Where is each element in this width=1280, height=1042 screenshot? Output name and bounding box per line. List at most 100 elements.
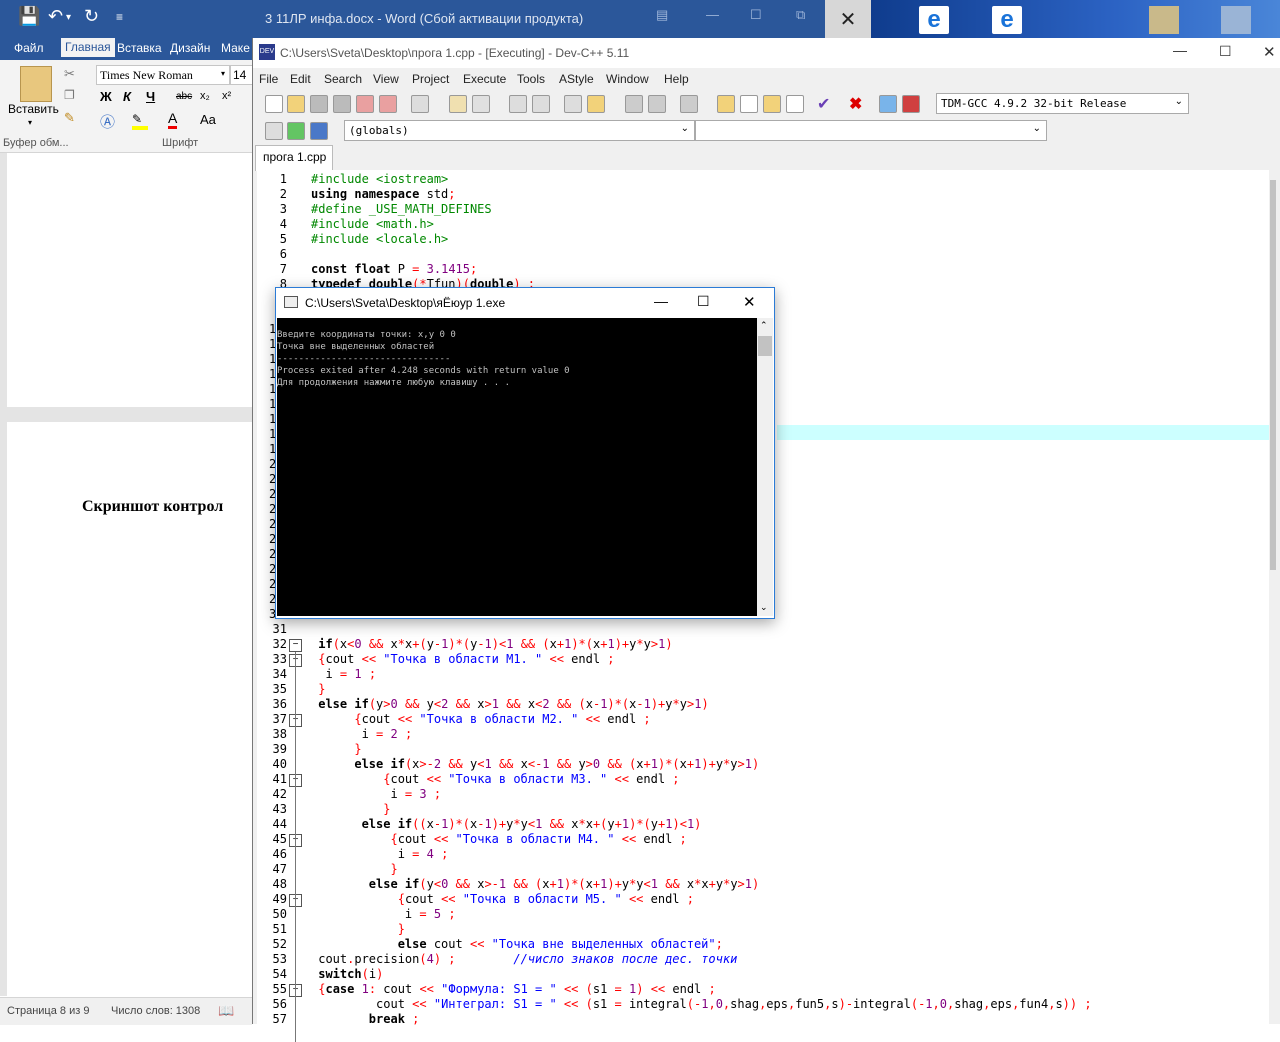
profile-icon[interactable] (879, 95, 897, 113)
menu-execute[interactable]: Execute (463, 72, 506, 86)
console-window[interactable]: C:\Users\Sveta\Desktop\яЁюур 1.exe — ☐ ✕… (275, 287, 775, 619)
font-color-button[interactable]: A (168, 110, 178, 129)
code-line[interactable]: else if(x>-2 && y<1 && x<-1 && y>0 && (x… (311, 757, 759, 771)
new-file-icon[interactable] (265, 95, 283, 113)
scrollbar-thumb[interactable] (758, 336, 772, 356)
code-line[interactable]: {cout << "Точка в области М2. " << endl … (311, 712, 650, 726)
indent-icon[interactable] (564, 95, 582, 113)
document-shortcut-icon[interactable] (1149, 6, 1179, 34)
syntax-check-icon[interactable]: ✔ (817, 94, 830, 114)
tab-layout[interactable]: Маке (221, 41, 250, 55)
code-line[interactable]: cout.precision(4) ; //число знаков после… (311, 952, 737, 966)
stop-execution-icon[interactable]: ✖ (849, 94, 862, 114)
word-close-button[interactable]: ✕ (825, 0, 871, 38)
cut-icon[interactable]: ✂ (64, 66, 75, 82)
scrollbar-thumb[interactable] (1270, 180, 1276, 570)
format-painter-icon[interactable]: ✎ (64, 110, 75, 126)
code-line[interactable]: else if((x-1)*(x-1)+y*y<1 && x*x+(y+1)*(… (311, 817, 702, 831)
restore-icon[interactable]: ⧉ (796, 7, 805, 23)
minimize-icon[interactable]: — (706, 7, 719, 22)
code-line[interactable]: switch(i) (311, 967, 383, 981)
tab-file[interactable]: Файл (14, 41, 44, 55)
edge-icon[interactable]: e (992, 6, 1022, 34)
maximize-icon[interactable]: ☐ (697, 293, 710, 310)
code-line[interactable]: } (311, 802, 390, 816)
code-line[interactable]: {cout << "Точка в области М4. " << endl … (311, 832, 686, 846)
toggle-icon[interactable] (310, 122, 328, 140)
code-line[interactable]: #include <iostream> (311, 172, 448, 186)
code-line[interactable]: {cout << "Точка в области М1. " << endl … (311, 652, 614, 666)
code-line[interactable]: } (311, 862, 397, 876)
font-size-select[interactable]: 14 (230, 65, 254, 85)
save-icon[interactable]: 💾 (18, 6, 40, 27)
copy-icon[interactable]: ❐ (64, 88, 75, 102)
menu-tools[interactable]: Tools (517, 72, 545, 86)
console-scrollbar[interactable]: ⌃ ⌄ (757, 318, 773, 616)
compile-icon[interactable] (786, 95, 804, 113)
bold-button[interactable]: Ж (100, 89, 112, 104)
menu-help[interactable]: Help (664, 72, 689, 86)
save-all-icon[interactable] (333, 95, 351, 113)
delete-profile-icon[interactable] (902, 95, 920, 113)
code-line[interactable]: {case 1: cout << "Формула: S1 = " << (s1… (311, 982, 716, 996)
paste-icon[interactable] (20, 66, 52, 102)
code-line[interactable]: i = 2 ; (311, 727, 413, 741)
code-line[interactable]: else cout << "Точка вне выделенных облас… (311, 937, 723, 951)
italic-button[interactable]: К (123, 89, 131, 104)
replace-icon[interactable] (532, 95, 550, 113)
code-line[interactable]: i = 1 ; (311, 667, 376, 681)
code-line[interactable]: } (311, 682, 325, 696)
scroll-down-icon[interactable]: ⌄ (760, 602, 768, 613)
font-name-select[interactable]: Times New Roman ▾ (96, 65, 230, 85)
tab-insert[interactable]: Вставка (117, 41, 162, 55)
code-line[interactable]: i = 5 ; (311, 907, 456, 921)
new-project-icon[interactable] (717, 95, 735, 113)
scroll-up-icon[interactable]: ⌃ (760, 320, 768, 331)
close-all-icon[interactable] (379, 95, 397, 113)
redo-icon[interactable] (472, 95, 490, 113)
menu-astyle[interactable]: AStyle (559, 72, 594, 86)
code-line[interactable]: #include <math.h> (311, 217, 434, 231)
underline-button[interactable]: Ч (146, 89, 155, 104)
member-select[interactable]: ⌄ (695, 120, 1047, 141)
window-icon[interactable] (740, 95, 758, 113)
class-browser-icon[interactable] (763, 95, 781, 113)
open-icon[interactable] (287, 95, 305, 113)
goto-forward-icon[interactable] (648, 95, 666, 113)
code-line[interactable]: const float P = 3.1415; (311, 262, 477, 276)
code-line[interactable]: {cout << "Точка в области М5. " << endl … (311, 892, 694, 906)
code-line[interactable]: {cout << "Точка в области М3. " << endl … (311, 772, 679, 786)
code-line[interactable]: cout << "Интеграл: S1 = " << (s1 = integ… (311, 997, 1092, 1011)
scope-select[interactable]: (globals) ⌄ (344, 120, 695, 141)
insert-icon[interactable] (265, 122, 283, 140)
strikethrough-button[interactable]: abc (176, 91, 192, 102)
code-line[interactable]: i = 4 ; (311, 847, 449, 861)
code-line[interactable]: if(x<0 && x*x+(y-1)*(y-1)<1 && (x+1)*(x+… (311, 637, 672, 651)
close-file-icon[interactable] (356, 95, 374, 113)
maximize-icon[interactable]: ☐ (750, 7, 762, 23)
tab-home[interactable]: Главная (61, 38, 115, 57)
code-line[interactable]: #include <locale.h> (311, 232, 448, 246)
fold-toggle-icon[interactable]: − (289, 639, 302, 652)
code-line[interactable]: } (311, 742, 361, 756)
code-line[interactable]: using namespace std; (311, 187, 456, 201)
subscript-button[interactable]: x₂ (200, 90, 210, 102)
menu-project[interactable]: Project (412, 72, 449, 86)
code-line[interactable]: else if(y<0 && x>-1 && (x+1)*(x+1)+y*y<1… (311, 877, 759, 891)
compiler-select[interactable]: TDM-GCC 4.9.2 32-bit Release ⌄ (936, 93, 1189, 114)
paste-button[interactable]: Вставить (8, 102, 59, 116)
menu-window[interactable]: Window (606, 72, 649, 86)
chevron-down-icon[interactable]: ▾ (28, 118, 32, 127)
status-words[interactable]: Число слов: 1308 (111, 1005, 200, 1017)
customize-qat-icon[interactable]: ≡ (116, 10, 123, 24)
edge-icon[interactable]: e (919, 6, 949, 34)
status-page[interactable]: Страница 8 из 9 (7, 1005, 89, 1017)
minimize-icon[interactable]: — (654, 293, 668, 309)
goto-back-icon[interactable] (625, 95, 643, 113)
menu-edit[interactable]: Edit (290, 72, 311, 86)
vertical-scrollbar[interactable] (1269, 170, 1277, 1024)
image-shortcut-icon[interactable] (1221, 6, 1251, 34)
proofing-icon[interactable]: 📖 (218, 1003, 234, 1019)
print-icon[interactable] (411, 95, 429, 113)
maximize-icon[interactable]: ☐ (1219, 43, 1232, 60)
